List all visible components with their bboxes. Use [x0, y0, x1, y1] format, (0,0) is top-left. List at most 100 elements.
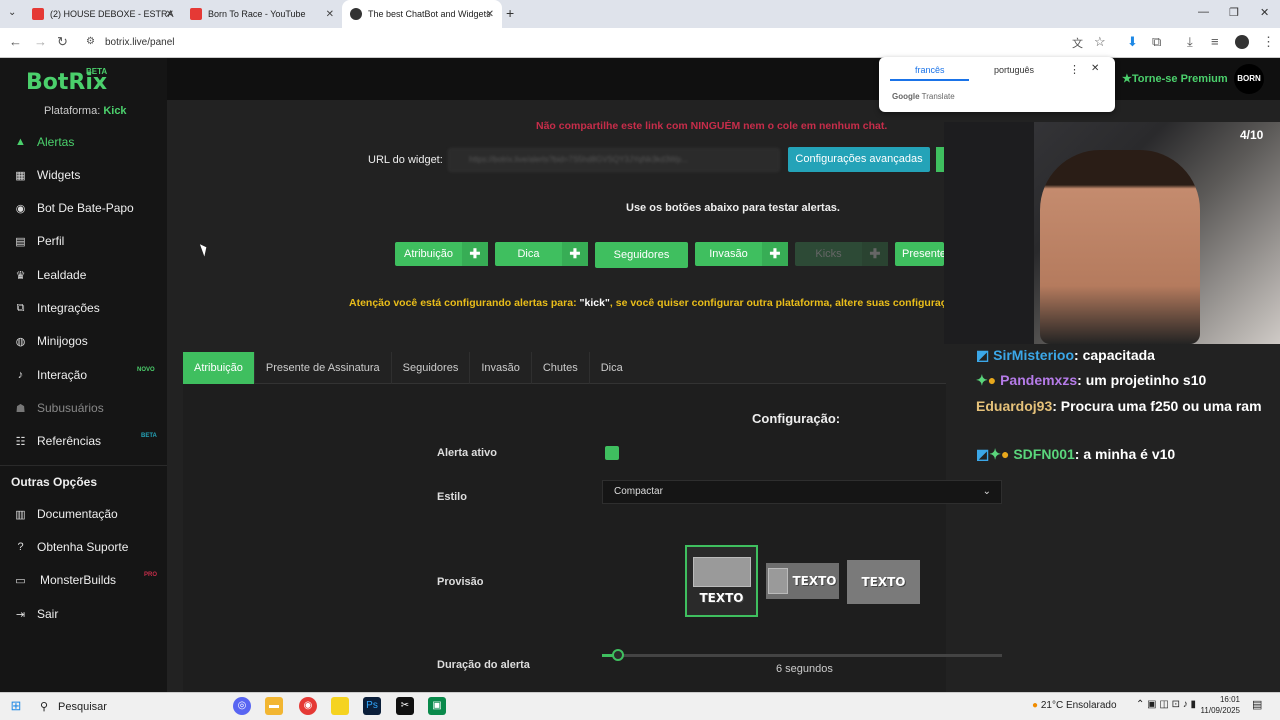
sidebar-item-chatbot[interactable]: ◉ Bot De Bate-Papo	[14, 198, 134, 218]
download-extension-icon[interactable]: ⬇	[1127, 34, 1138, 50]
browser-menu-icon[interactable]: ⋮	[1262, 34, 1275, 50]
window-close-icon[interactable]: ✕	[1260, 6, 1269, 19]
layout-option-stacked[interactable]: TEXTO	[685, 545, 758, 617]
taskbar-clock[interactable]: 16:01 11/09/2025	[1200, 694, 1240, 716]
sidebar-item-documentacao[interactable]: ▥ Documentação	[14, 504, 118, 524]
sidebar-item-integracoes[interactable]: ⧉ Integrações	[14, 298, 100, 318]
translate-menu-icon[interactable]: ⋮	[1069, 63, 1080, 76]
downloads-icon[interactable]: ⤓	[1187, 34, 1193, 50]
duration-slider-handle[interactable]	[612, 649, 624, 661]
sidebar-item-referencias[interactable]: ☷ Referências	[14, 431, 101, 451]
browser-tab-strip: ⌄ (2) HOUSE DEBOXE - ESTRA ✕ Born To Rac…	[0, 0, 1280, 28]
tab-atribuicao[interactable]: Atribuição	[183, 352, 255, 384]
copy-url-button[interactable]	[936, 147, 944, 172]
duration-slider[interactable]	[602, 649, 1002, 661]
sidebar-item-label: Widgets	[37, 168, 81, 182]
sidebar-item-interacao[interactable]: ♪ Interação	[14, 365, 87, 385]
system-tray-icons[interactable]: ⌃ ▣ ◫ ⊡ ♪ ▮	[1136, 699, 1196, 710]
restore-icon[interactable]: ❐	[1229, 6, 1239, 19]
close-icon[interactable]: ✕	[326, 9, 334, 20]
photoshop-icon[interactable]: Ps	[363, 697, 381, 715]
sidebar-item-suporte[interactable]: ? Obtenha Suporte	[14, 537, 128, 557]
sidebar-item-monsterbuilds[interactable]: ▭ MonsterBuilds	[14, 570, 116, 590]
sidebar-item-perfil[interactable]: ▤ Perfil	[14, 231, 64, 251]
layout-option-side[interactable]: TEXTO	[766, 563, 839, 599]
translate-icon[interactable]: 文	[1072, 35, 1083, 51]
sidebar-item-lealdade[interactable]: ♛ Lealdade	[14, 265, 87, 285]
question-icon: ?	[17, 541, 24, 553]
tab-search-icon[interactable]: ⌄	[8, 7, 16, 18]
close-icon[interactable]: ✕	[1091, 63, 1099, 74]
extensions-icon[interactable]: ⧉	[1152, 34, 1161, 50]
test-tip-button[interactable]: Dica ✚	[495, 242, 588, 266]
tab-presente-assinatura[interactable]: Presente de Assinatura	[255, 352, 392, 384]
test-kicks-button[interactable]: Kicks ✚	[795, 242, 888, 266]
style-select[interactable]: Compactar ⌄	[602, 480, 1002, 504]
browser-tab-2[interactable]: Born To Race - YouTube ✕	[182, 0, 342, 28]
browser-tab-1[interactable]: (2) HOUSE DEBOXE - ESTRA ✕	[24, 0, 182, 28]
plus-icon[interactable]: ✚	[762, 242, 788, 266]
profile-avatar[interactable]	[1235, 35, 1249, 49]
translate-lang-source[interactable]: francês	[915, 65, 945, 75]
chat-text: : a minha é v10	[1074, 446, 1176, 462]
back-icon[interactable]: ←	[9, 34, 22, 49]
layout-option-overlay[interactable]: TEXTO	[847, 560, 920, 604]
notification-icon[interactable]: ▤	[1252, 698, 1262, 711]
test-gift-button[interactable]: Presente	[895, 242, 946, 266]
chrome-icon[interactable]: ◉	[299, 697, 317, 715]
youtube-icon	[190, 8, 202, 20]
tab-dica[interactable]: Dica	[590, 352, 634, 384]
plus-icon[interactable]: ✚	[562, 242, 588, 266]
browser-tab-3[interactable]: The best ChatBot and Widgets ✕	[342, 0, 502, 28]
streamer-person-image	[1040, 150, 1200, 344]
button-label: Atribuição	[404, 248, 453, 260]
advanced-settings-button[interactable]: Configurações avançadas	[788, 147, 930, 172]
minimize-icon[interactable]: —	[1198, 6, 1209, 18]
site-info-icon[interactable]: ⚙	[86, 36, 95, 47]
option-text: TEXTO	[792, 574, 837, 588]
forward-icon[interactable]: →	[34, 34, 47, 49]
chat-text: : Procura uma f250 ou uma ram	[1052, 398, 1262, 414]
provision-label: Provisão	[437, 576, 484, 588]
test-attribution-button[interactable]: Atribuição ✚	[395, 242, 488, 266]
chat-badge-icon: ✦	[989, 446, 1001, 462]
discord-icon[interactable]: ◎	[233, 697, 251, 715]
bookmark-star-icon[interactable]: ☆	[1094, 34, 1106, 50]
translate-lang-target[interactable]: português	[994, 65, 1034, 75]
sidebar-item-widgets[interactable]: ▦ Widgets	[14, 165, 80, 185]
translate-branding: Google Translate	[892, 92, 955, 101]
reload-icon[interactable]: ↻	[57, 34, 68, 50]
test-raid-button[interactable]: Invasão ✚	[695, 242, 788, 266]
tab-seguidores[interactable]: Seguidores	[392, 352, 471, 384]
sidebar-item-label: Documentação	[37, 507, 118, 521]
weather-widget[interactable]: ● 21°C Ensolarado	[1032, 700, 1117, 711]
close-icon[interactable]: ✕	[486, 9, 494, 20]
alert-active-checkbox[interactable]	[605, 446, 619, 460]
tab-invasao[interactable]: Invasão	[470, 352, 532, 384]
chat-text: : capacitada	[1074, 347, 1155, 363]
premium-link[interactable]: ★Torne-se Premium	[1122, 72, 1228, 85]
windows-start-icon[interactable]: ⊞	[7, 697, 25, 715]
platform-label: Plataforma:	[44, 105, 101, 117]
test-followers-button[interactable]: Seguidores	[595, 242, 688, 268]
file-explorer-icon[interactable]: ▬	[265, 697, 283, 715]
capcut-icon[interactable]: ✂	[396, 697, 414, 715]
tab-chutes[interactable]: Chutes	[532, 352, 590, 384]
sidebar-item-subusuarios[interactable]: ☗ Subusuários	[14, 398, 104, 418]
duration-value: 6 segundos	[776, 663, 833, 675]
music-icon: ♪	[17, 369, 24, 381]
plus-icon[interactable]: ✚	[862, 242, 888, 266]
widget-url-field[interactable]: https://botrix.live/alerts?bid=7S5hd8GVS…	[448, 148, 780, 172]
plus-icon[interactable]: ✚	[462, 242, 488, 266]
user-avatar[interactable]: BORN	[1234, 64, 1264, 94]
app-icon[interactable]: ▣	[428, 697, 446, 715]
sidebar-item-minijogos[interactable]: ◍ Minijogos	[14, 331, 88, 351]
close-icon[interactable]: ✕	[166, 9, 174, 20]
sticky-notes-icon[interactable]	[331, 697, 349, 715]
url-field[interactable]: botrix.live/panel	[80, 32, 1080, 54]
taskbar-search-box[interactable]: ⚲ Pesquisar	[33, 695, 223, 719]
sidebar-item-alertas[interactable]: ▲ Alertas	[14, 132, 74, 152]
sidebar-item-sair[interactable]: ⇥ Sair	[14, 604, 58, 624]
new-tab-icon[interactable]: +	[506, 5, 514, 21]
reading-list-icon[interactable]: ≡	[1211, 34, 1219, 49]
